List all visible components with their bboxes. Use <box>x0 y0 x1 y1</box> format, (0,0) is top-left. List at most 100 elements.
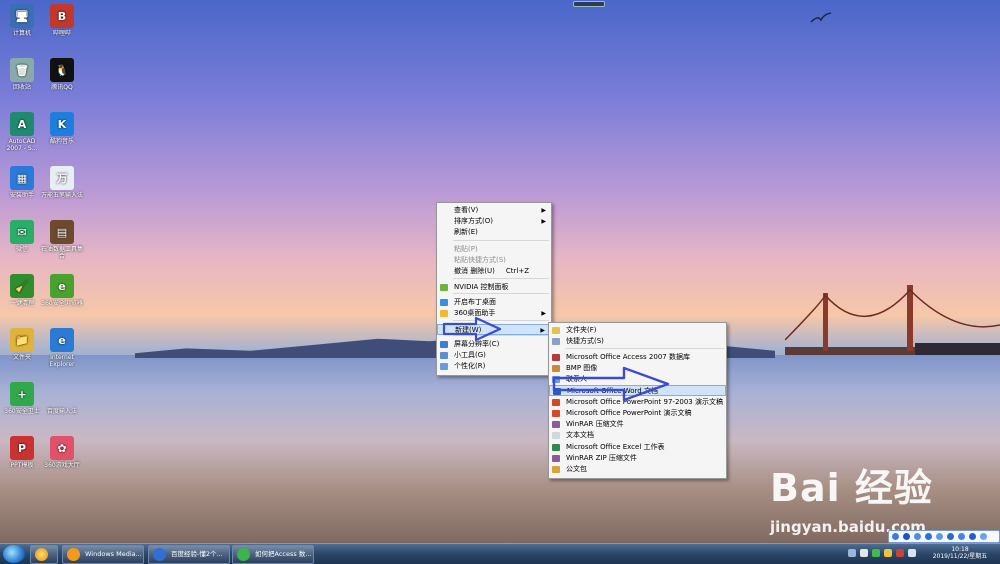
menu-item-label: 刷新(E) <box>454 228 478 236</box>
menu-item-icon <box>440 284 448 291</box>
menu-separator <box>453 278 549 279</box>
context-menu-item[interactable]: 粘贴(P) <box>437 244 551 255</box>
desktop-icon-image: ▦ <box>10 166 34 190</box>
context-menu-item[interactable]: 开启布丁桌面 <box>437 297 551 308</box>
ime-chinese-icon[interactable] <box>903 533 910 540</box>
wallpaper-bridge <box>785 285 1000 355</box>
desktop-icon-label: 回收站 <box>12 84 31 91</box>
desktop-icon[interactable]: ✉ 微信 <box>0 220 44 253</box>
ime-user-icon[interactable] <box>969 533 976 540</box>
new-submenu-item[interactable]: Microsoft Office Excel 工作表 <box>549 442 726 453</box>
desktop-icon-image <box>50 382 74 406</box>
ime-skin-icon[interactable] <box>947 533 954 540</box>
desktop-icon-image: e <box>50 328 74 352</box>
taskbar-button-label: 如何把Access 数... <box>255 550 312 558</box>
tray-up-arrow-icon[interactable] <box>848 549 856 557</box>
tray-battery-icon[interactable] <box>884 549 892 557</box>
context-menu-item[interactable]: 个性化(R) <box>437 361 551 372</box>
menu-item-label: Microsoft Office Excel 工作表 <box>566 443 665 451</box>
desktop-icon[interactable]: K 酷狗音乐 <box>40 112 84 145</box>
desktop-icon[interactable]: ✿ 360游戏大厅 <box>40 436 84 469</box>
new-submenu-item[interactable]: 文本文档 <box>549 430 726 441</box>
desktop-icon[interactable]: 🗑 回收站 <box>0 58 44 91</box>
new-submenu-item[interactable]: Microsoft Office PowerPoint 演示文稿 <box>549 408 726 419</box>
ime-punct-icon[interactable] <box>914 533 921 540</box>
clock-date: 2019/11/22/星期五 <box>932 553 988 560</box>
desktop-icon[interactable]: 🖥 计算机 <box>0 4 44 37</box>
new-submenu-item[interactable]: 快捷方式(S) <box>549 336 726 347</box>
new-submenu-item[interactable]: WinRAR ZIP 压缩文件 <box>549 453 726 464</box>
menu-item-label: 开启布丁桌面 <box>454 298 496 306</box>
app-icon <box>237 548 250 561</box>
desktop-icon-label: PPT模板 <box>10 462 34 469</box>
desktop-icon[interactable]: ▤ 石油数据工具集合 <box>40 220 84 260</box>
desktop-icon[interactable]: 🐧 腾讯QQ <box>40 58 84 91</box>
ime-toolbox-icon[interactable] <box>958 533 965 540</box>
desktop-icon-image: ✉ <box>10 220 34 244</box>
taskbar-button-label: Windows Media... <box>85 550 142 558</box>
desktop-icon-image: K <box>50 112 74 136</box>
desktop-icon-label: 哔哩哔 <box>52 30 71 37</box>
tray-flag-icon[interactable] <box>896 549 904 557</box>
baidu-watermark: Bai 经验 <box>770 466 933 510</box>
new-submenu-item[interactable]: 文件夹(F) <box>549 325 726 336</box>
ime-mic-icon[interactable] <box>925 533 932 540</box>
desktop-icon[interactable]: ▦ 安装助手 <box>0 166 44 199</box>
desktop-icon[interactable]: P PPT模板 <box>0 436 44 469</box>
context-menu-item[interactable]: 粘贴快捷方式(S) <box>437 255 551 266</box>
menu-item-label: WinRAR 压缩文件 <box>566 420 624 428</box>
tray-360-icon[interactable] <box>872 549 880 557</box>
context-menu-item[interactable]: 撤消 删除(U) Ctrl+Z <box>437 266 551 277</box>
context-menu-item[interactable]: 刷新(E) <box>437 227 551 238</box>
desktop-icon[interactable]: e 360安全浏览器 <box>40 274 84 307</box>
top-handle[interactable] <box>573 1 605 7</box>
context-menu-item[interactable]: 小工具(G) <box>437 350 551 361</box>
submenu-arrow-icon: ▶ <box>541 310 546 317</box>
new-submenu-item[interactable]: WinRAR 压缩文件 <box>549 419 726 430</box>
desktop-icon[interactable]: A AutoCAD 2007 - S... <box>0 112 44 152</box>
desktop-icon[interactable]: 百度输入法 <box>40 382 84 415</box>
taskbar-window-button[interactable]: 如何把Access 数... <box>232 545 314 564</box>
desktop-icon[interactable]: +360安全卫士 <box>0 382 44 415</box>
menu-item-label: WinRAR ZIP 压缩文件 <box>566 454 637 462</box>
desktop-icon[interactable]: 🧹 一键清理 <box>0 274 44 307</box>
context-menu-item[interactable]: 查看(V) ▶ <box>437 205 551 216</box>
context-menu-item[interactable]: 排序方式(O) ▶ <box>437 216 551 227</box>
desktop-icon[interactable]: B 哔哩哔 <box>40 4 84 37</box>
desktop-icon-label: 百度输入法 <box>46 408 77 415</box>
desktop-icon[interactable]: e Internet Explorer <box>40 328 84 368</box>
ime-toolbar[interactable] <box>888 530 1000 543</box>
taskbar-window-button[interactable]: 百度经验-懂2个... <box>148 545 230 564</box>
file-type-icon <box>552 421 560 428</box>
taskbar-quick-launch[interactable] <box>30 545 58 564</box>
ime-logo-icon[interactable] <box>892 533 899 540</box>
new-submenu-item[interactable]: Microsoft Office Access 2007 数据库 <box>549 352 726 363</box>
menu-item-label: Microsoft Office Access 2007 数据库 <box>566 353 690 361</box>
desktop-icon[interactable]: 万万能五笔输入法 <box>40 166 84 199</box>
ime-keyboard-icon[interactable] <box>936 533 943 540</box>
desktop-icon-label: 计算机 <box>12 30 31 37</box>
desktop-icon-image: A <box>10 112 34 136</box>
file-type-icon <box>552 455 560 462</box>
menu-separator <box>453 293 549 294</box>
tray-volume-icon[interactable] <box>908 549 916 557</box>
desktop-icon-image: 🐧 <box>50 58 74 82</box>
desktop-icon-label: 360安全浏览器 <box>41 300 83 307</box>
start-button[interactable] <box>3 545 25 563</box>
menu-item-icon <box>440 341 448 348</box>
taskbar-window-button[interactable]: Windows Media... <box>62 545 144 564</box>
file-type-icon <box>552 444 560 451</box>
desktop-icon-image: ▤ <box>50 220 74 244</box>
taskbar-clock[interactable]: 10:18 2019/11/22/星期五 <box>932 546 988 560</box>
desktop-icon[interactable]: 📁 文件夹 <box>0 328 44 361</box>
desktop-icon-image: e <box>50 274 74 298</box>
menu-item-label: 查看(V) <box>454 206 479 214</box>
context-menu-item[interactable]: NVIDIA 控制面板 <box>437 282 551 293</box>
desktop-icon-label: 酷狗音乐 <box>49 138 74 145</box>
new-submenu-item[interactable]: 公文包 <box>549 464 726 475</box>
ime-settings-icon[interactable] <box>980 533 987 540</box>
menu-item-label: 快捷方式(S) <box>566 337 604 345</box>
desktop-context-menu: 查看(V) ▶ 排序方式(O) ▶ 刷新(E) 粘贴(P) 粘贴快捷方式(S) 撤消 删除(U… <box>436 202 552 376</box>
tray-network-icon[interactable] <box>860 549 868 557</box>
annotation-arrow-word <box>552 366 670 402</box>
